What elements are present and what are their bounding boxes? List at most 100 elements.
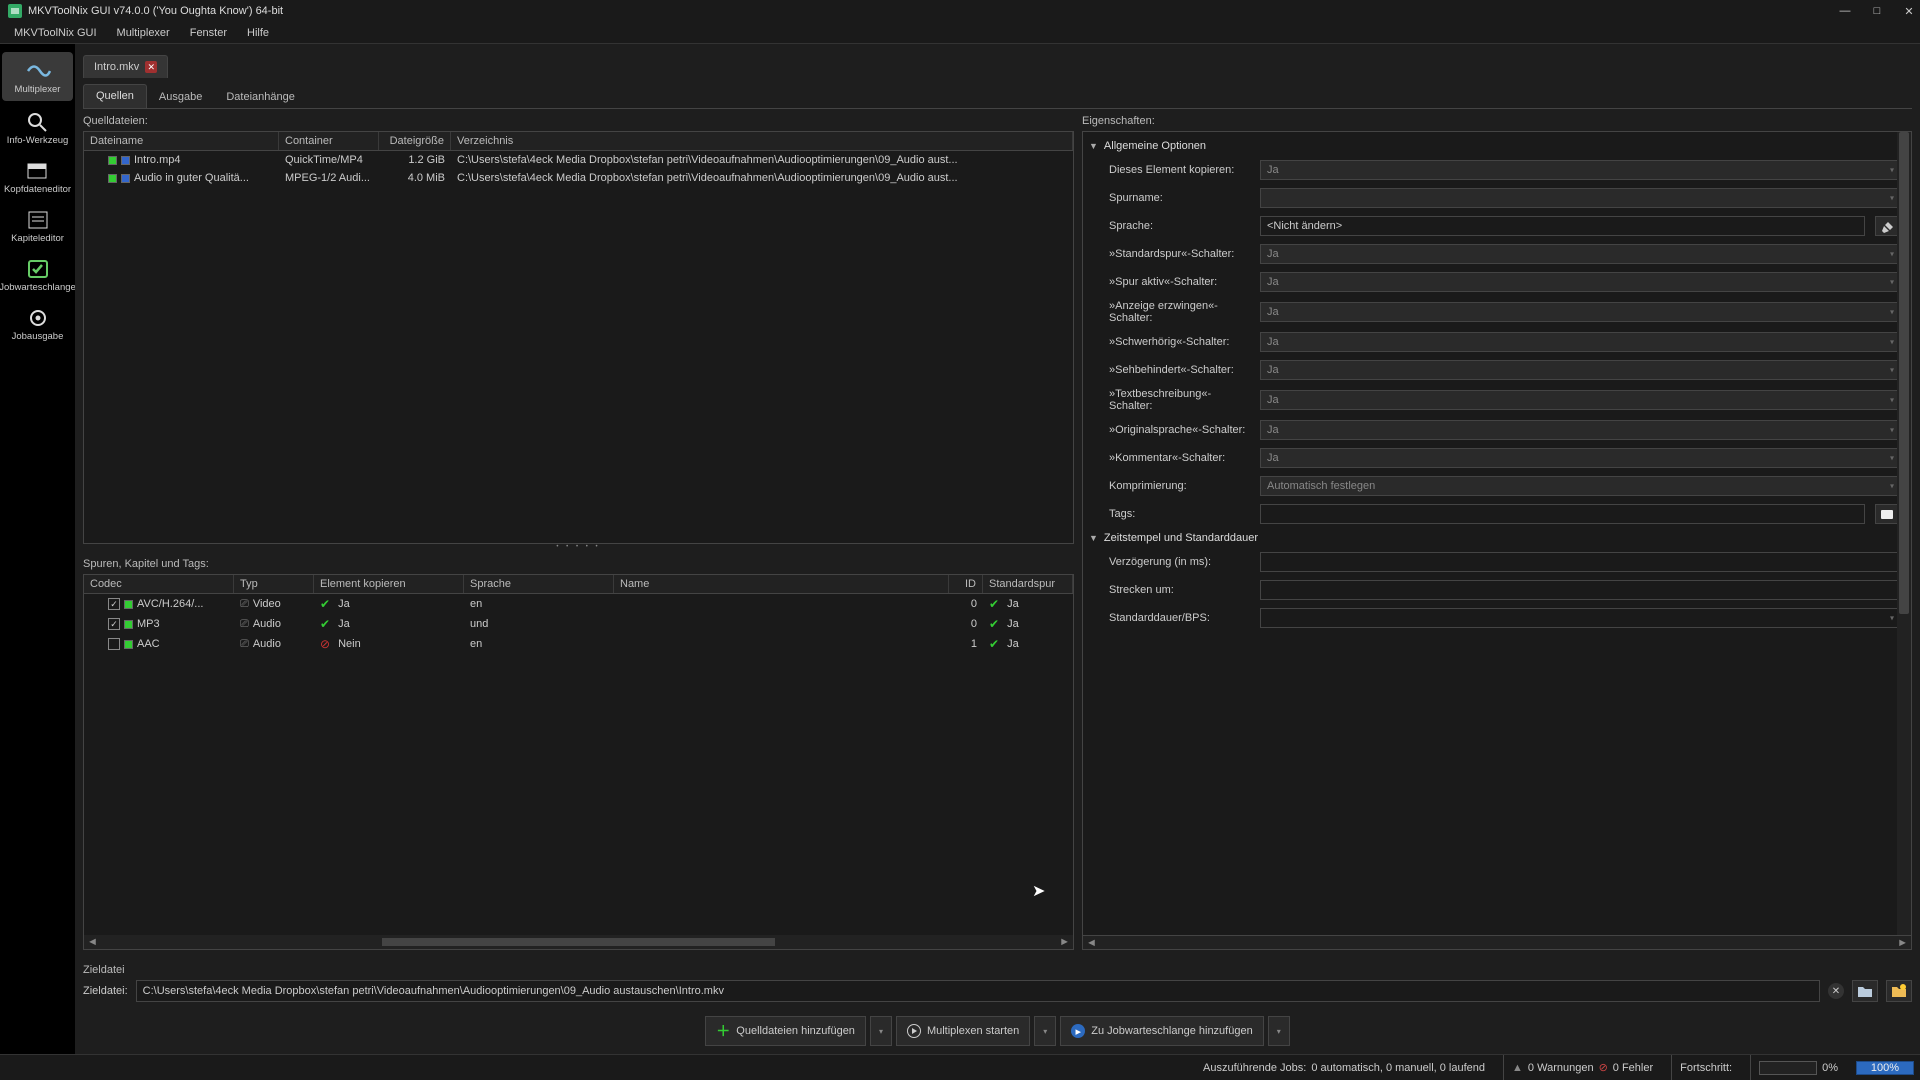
- source-files-label: Quelldateien:: [83, 109, 1074, 131]
- col-size[interactable]: Dateigröße: [379, 132, 451, 150]
- type-icon: ⎚: [240, 638, 249, 651]
- prop-textdesc-field[interactable]: Ja▾: [1260, 390, 1899, 410]
- track-row[interactable]: AAC⎚AudioNeinen1Ja: [84, 634, 1073, 654]
- add-sources-dropdown[interactable]: ▾: [870, 1016, 892, 1046]
- progress-current-text: 0%: [1822, 1062, 1838, 1074]
- menu-help[interactable]: Hilfe: [239, 25, 277, 41]
- col-kopieren[interactable]: Element kopieren: [314, 575, 464, 593]
- play-icon: [907, 1024, 921, 1038]
- col-dir[interactable]: Verzeichnis: [451, 132, 1073, 150]
- col-typ[interactable]: Typ: [234, 575, 314, 593]
- minimize-button[interactable]: —: [1838, 4, 1852, 18]
- splitter[interactable]: • • • • •: [83, 544, 1074, 552]
- props-h-scrollbar[interactable]: ◄►: [1082, 936, 1912, 950]
- dest-clear-button[interactable]: ✕: [1828, 983, 1844, 999]
- warning-icon: ▲: [1512, 1062, 1523, 1074]
- prop-trackname-field[interactable]: ▾: [1260, 188, 1899, 208]
- prop-origlang-field[interactable]: Ja▾: [1260, 420, 1899, 440]
- prop-forced-label: »Anzeige erzwingen«-Schalter:: [1089, 300, 1254, 324]
- tool-job-output[interactable]: Jobausgabe: [0, 299, 75, 348]
- group-general[interactable]: ▼Allgemeine Optionen: [1087, 136, 1901, 156]
- add-queue-dropdown[interactable]: ▾: [1268, 1016, 1290, 1046]
- group-timestamps[interactable]: ▼Zeitstempel und Standarddauer: [1087, 528, 1901, 548]
- prop-default-field[interactable]: Ja▾: [1260, 244, 1899, 264]
- language-edit-button[interactable]: [1875, 216, 1899, 236]
- track-checkbox[interactable]: [108, 638, 120, 650]
- prop-language-label: Sprache:: [1089, 220, 1254, 232]
- add-sources-button[interactable]: ＋Quelldateien hinzufügen: [705, 1016, 866, 1046]
- close-button[interactable]: ✕: [1902, 4, 1916, 18]
- track-row[interactable]: MP3⎚AudioJaund0Ja: [84, 614, 1073, 634]
- queue-icon: ▸: [1071, 1024, 1085, 1038]
- track-checkbox[interactable]: [108, 618, 120, 630]
- subtab-anhange[interactable]: Dateianhänge: [214, 86, 307, 108]
- prop-active-label: »Spur aktiv«-Schalter:: [1089, 276, 1254, 288]
- prop-tags-field[interactable]: [1260, 504, 1865, 524]
- track-checkbox[interactable]: [108, 598, 120, 610]
- menubar: MKVToolNix GUI Multiplexer Fenster Hilfe: [0, 22, 1920, 44]
- menu-window[interactable]: Fenster: [182, 25, 235, 41]
- menu-app[interactable]: MKVToolNix GUI: [6, 25, 105, 41]
- menu-multiplexer[interactable]: Multiplexer: [109, 25, 178, 41]
- status-progress-label: Fortschritt:: [1680, 1062, 1732, 1074]
- yes-icon: [989, 617, 1003, 631]
- source-files-table[interactable]: Dateiname Container Dateigröße Verzeichn…: [83, 131, 1074, 544]
- add-queue-button[interactable]: ▸Zu Jobwarteschlange hinzufügen: [1060, 1016, 1263, 1046]
- col-container[interactable]: Container: [279, 132, 379, 150]
- source-file-row[interactable]: Audio in guter Qualitä...MPEG-1/2 Audi..…: [84, 169, 1073, 187]
- prop-stretch-field[interactable]: [1260, 580, 1899, 600]
- prop-delay-field[interactable]: [1260, 552, 1899, 572]
- tool-job-queue[interactable]: Jobwarteschlange: [0, 250, 75, 299]
- dest-heading: Zieldatei: [83, 960, 1912, 980]
- prop-compression-field[interactable]: Automatisch festlegen▾: [1260, 476, 1899, 496]
- start-mux-dropdown[interactable]: ▾: [1034, 1016, 1056, 1046]
- tab-intro[interactable]: Intro.mkv ✕: [83, 55, 168, 78]
- subtab-quellen[interactable]: Quellen: [83, 84, 147, 108]
- prop-textdesc-label: »Textbeschreibung«-Schalter:: [1089, 388, 1254, 412]
- v-scrollbar[interactable]: [1897, 132, 1911, 935]
- prop-hearing-field[interactable]: Ja▾: [1260, 332, 1899, 352]
- prop-forced-field[interactable]: Ja▾: [1260, 302, 1899, 322]
- prop-commentary-field[interactable]: Ja▾: [1260, 448, 1899, 468]
- col-standard[interactable]: Standardspur: [983, 575, 1073, 593]
- tracks-table[interactable]: Codec Typ Element kopieren Sprache Name …: [83, 574, 1074, 950]
- start-mux-button[interactable]: Multiplexen starten: [896, 1016, 1030, 1046]
- tool-multiplexer[interactable]: Multiplexer: [2, 52, 73, 101]
- source-file-row[interactable]: Intro.mp4QuickTime/MP41.2 GiBC:\Users\st…: [84, 151, 1073, 169]
- prop-duration-field[interactable]: ▾: [1260, 608, 1899, 628]
- tool-chapter-editor[interactable]: Kapiteleditor: [0, 201, 75, 250]
- error-icon: ⊘: [1599, 1061, 1608, 1074]
- track-marker-icon: [124, 600, 133, 609]
- tool-info[interactable]: Info-Werkzeug: [0, 103, 75, 152]
- track-row[interactable]: AVC/H.264/...⎚VideoJaen0Ja: [84, 594, 1073, 614]
- prop-language-field[interactable]: <Nicht ändern>: [1260, 216, 1865, 236]
- prop-active-field[interactable]: Ja▾: [1260, 272, 1899, 292]
- subtab-ausgabe[interactable]: Ausgabe: [147, 86, 214, 108]
- prop-visual-field[interactable]: Ja▾: [1260, 360, 1899, 380]
- status-jobs-label: Auszuführende Jobs:: [1203, 1062, 1306, 1074]
- prop-copy-field[interactable]: Ja▾: [1260, 160, 1899, 180]
- tracks-label: Spuren, Kapitel und Tags:: [83, 552, 1074, 574]
- col-id[interactable]: ID: [949, 575, 983, 593]
- tags-browse-button[interactable]: [1875, 504, 1899, 524]
- chevron-down-icon: ▼: [1089, 533, 1098, 543]
- h-scrollbar[interactable]: ◄►: [84, 935, 1073, 949]
- col-filename[interactable]: Dateiname: [84, 132, 279, 150]
- col-name[interactable]: Name: [614, 575, 949, 593]
- track-marker-icon: [121, 174, 130, 183]
- dest-recent-button[interactable]: [1886, 980, 1912, 1002]
- dest-browse-button[interactable]: [1852, 980, 1878, 1002]
- prop-hearing-label: »Schwerhörig«-Schalter:: [1089, 336, 1254, 348]
- title-text: MKVToolNix GUI v74.0.0 ('You Oughta Know…: [28, 5, 283, 17]
- maximize-button[interactable]: □: [1870, 4, 1884, 18]
- tool-header-editor[interactable]: Kopfdateneditor: [0, 152, 75, 201]
- gear-icon: [24, 305, 52, 331]
- progress-total: 100%: [1856, 1061, 1914, 1075]
- col-sprache[interactable]: Sprache: [464, 575, 614, 593]
- tab-close-button[interactable]: ✕: [145, 61, 157, 73]
- prop-visual-label: »Sehbehindert«-Schalter:: [1089, 364, 1254, 376]
- dest-path-input[interactable]: [136, 980, 1820, 1002]
- yes-icon: [320, 597, 334, 611]
- yes-icon: [989, 597, 1003, 611]
- col-codec[interactable]: Codec: [84, 575, 234, 593]
